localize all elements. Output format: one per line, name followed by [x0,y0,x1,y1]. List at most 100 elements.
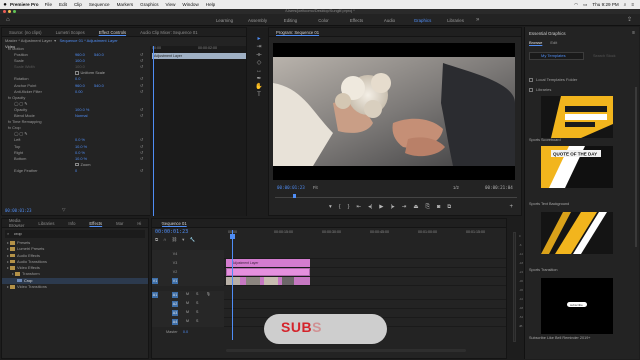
playback-resolution-select[interactable]: 1/2 [453,185,459,190]
tab-libraries[interactable]: Libraries [31,221,61,226]
solo-button[interactable]: S [196,310,198,314]
panel-menu-icon[interactable]: ≡ [632,30,635,36]
reset-parameter-icon[interactable]: ↺ [140,52,143,58]
zoom-fit-select[interactable]: Fit [313,185,318,190]
clip-adjustment-layer[interactable]: Adjustment Layer [226,259,310,268]
solo-button[interactable]: S [196,292,198,296]
apple-icon[interactable]: ● [0,2,10,8]
template-thumb-transition[interactable] [541,212,613,254]
effect-property-value[interactable]: 100.0 [75,64,85,70]
effect-property-value[interactable]: Normal [75,113,88,119]
tab-media-browser[interactable]: Media Browser [2,218,31,228]
effect-property-value[interactable]: Uniform Scale [75,70,105,76]
tab-edit[interactable]: Edit [550,40,557,45]
effect-property-value[interactable]: 0.00 [75,89,83,95]
effect-property-value[interactable]: 100.0 [75,58,85,64]
snap-icon[interactable]: ∩ [163,237,166,243]
mute-button[interactable]: M [186,310,189,314]
track-select-tool-icon[interactable]: ⇥ [254,43,264,51]
effect-property-value[interactable]: 0.0 % [75,137,85,143]
clock[interactable]: Thu 9:29 PM [592,2,618,7]
app-menu[interactable]: Premiere Pro [10,2,39,7]
track-v3[interactable]: V3 Adjustment Layer [152,259,506,268]
program-scrubber[interactable] [275,194,517,198]
pen-tool-icon[interactable]: ✒ [254,75,264,83]
effect-property-value[interactable]: Zoom [75,162,90,168]
home-icon[interactable]: ⌂ [6,17,10,23]
tab-source[interactable]: Source: (no clips) [2,30,49,35]
track-v4[interactable]: V4 [152,250,506,259]
track-a1[interactable]: A1 A1 M S 🎙 [152,291,506,300]
timeline-timecode[interactable]: 00:00:01:23 [155,229,188,235]
track-a2[interactable]: A2 M S [152,300,506,309]
clip-graphic[interactable] [226,268,310,277]
reset-parameter-icon[interactable]: ↺ [140,144,143,150]
solo-button[interactable]: S [196,319,198,323]
timeline-settings-icon[interactable]: 🔧 [189,237,195,243]
workspace-editing[interactable]: Editing [274,18,307,23]
go-to-in-icon[interactable]: ⇤ [356,204,361,211]
track-label-a4[interactable]: A4 [172,319,178,325]
workspace-learning[interactable]: Learning [208,18,241,23]
reset-parameter-icon[interactable]: ↺ [140,76,143,82]
checkbox[interactable] [75,71,79,75]
template-thumb-scoreboard[interactable] [541,96,613,138]
reset-parameter-icon[interactable]: ↺ [140,107,143,113]
filter-icon[interactable]: ▽ [62,207,65,213]
effect-property-value[interactable]: 0.0 [75,76,80,82]
master-clip-selector[interactable]: Master * Adjustment Layer ▾ Sequence 01 … [2,37,246,44]
reset-parameter-icon[interactable]: ↺ [140,137,143,143]
voiceover-mic-icon[interactable]: 🎙 [206,292,211,296]
wifi-icon[interactable]: ◠ [574,2,578,8]
mute-button[interactable]: M [186,319,189,323]
effect-property-value[interactable]: 960.0 [75,52,85,58]
effect-property-value[interactable]: 960.0 [75,83,85,89]
hand-tool-icon[interactable]: ✋ [254,83,264,91]
battery-icon[interactable]: ▭ [583,2,587,8]
timeline-horizontal-scrollbar[interactable] [226,349,466,352]
ec-ruler[interactable]: 00:00 00:00:02:00 [150,46,246,52]
menu-window[interactable]: Window [182,2,198,7]
track-v1[interactable]: V1 V1 [152,277,506,286]
reset-parameter-icon[interactable]: ↺ [140,64,143,70]
tab-effect-controls[interactable]: Effect Controls [92,30,133,35]
clip-video-footage[interactable] [226,277,310,286]
search-stock-input[interactable]: Search Stock [587,52,635,60]
menu-file[interactable]: File [45,2,52,7]
menu-clip[interactable]: Clip [74,2,82,7]
tab-info[interactable]: Info [61,221,82,226]
tab-markers[interactable]: Mar [109,221,130,226]
type-tool-icon[interactable]: T [254,91,264,99]
reset-parameter-icon[interactable]: ↺ [140,89,143,95]
nest-icon[interactable]: ⧉ [155,237,158,243]
track-label-v1[interactable]: V1 [172,278,178,284]
slip-tool-icon[interactable]: ↔ [254,67,264,75]
sequence-clip-label[interactable]: Sequence 01 * Adjustment Layer [60,38,118,43]
go-to-out-icon[interactable]: ⇥ [402,204,407,211]
effect-property-value[interactable]: 10.0 % [75,156,87,162]
more-workspaces-icon[interactable]: » [476,17,479,23]
checkbox[interactable] [75,162,79,167]
ec-adjustment-clip[interactable]: Adjustment Layer [152,53,246,59]
track-label-a3[interactable]: A3 [172,310,178,316]
workspace-audio[interactable]: Audio [373,18,406,23]
timeline-playhead[interactable] [230,230,235,340]
effect-property-value[interactable]: 0 [75,168,77,174]
tab-effects[interactable]: Effects [82,221,109,226]
reset-parameter-icon[interactable]: ↺ [140,83,143,89]
maximize-window-icon[interactable] [13,10,16,13]
menu-sequence[interactable]: Sequence [89,2,110,7]
effects-tree-item[interactable]: ▸ Video Transitions [2,284,148,290]
libraries-checkbox[interactable]: Libraries [529,87,551,92]
reset-parameter-icon[interactable]: ↺ [140,168,143,174]
track-label-v4[interactable]: V4 [172,251,178,257]
effects-search-input[interactable]: ⌕ crop [5,230,145,238]
selection-tool-icon[interactable]: ▸ [254,35,264,43]
menu-markers[interactable]: Markers [117,2,134,7]
solo-button[interactable]: S [196,301,198,305]
reset-parameter-icon[interactable]: ↺ [140,58,143,64]
effect-property-value[interactable]: 10.0 % [75,144,87,150]
menu-view[interactable]: View [166,2,176,7]
add-marker-icon[interactable]: ▾ [329,204,332,211]
local-templates-checkbox[interactable]: Local Templates Folder [529,77,577,82]
